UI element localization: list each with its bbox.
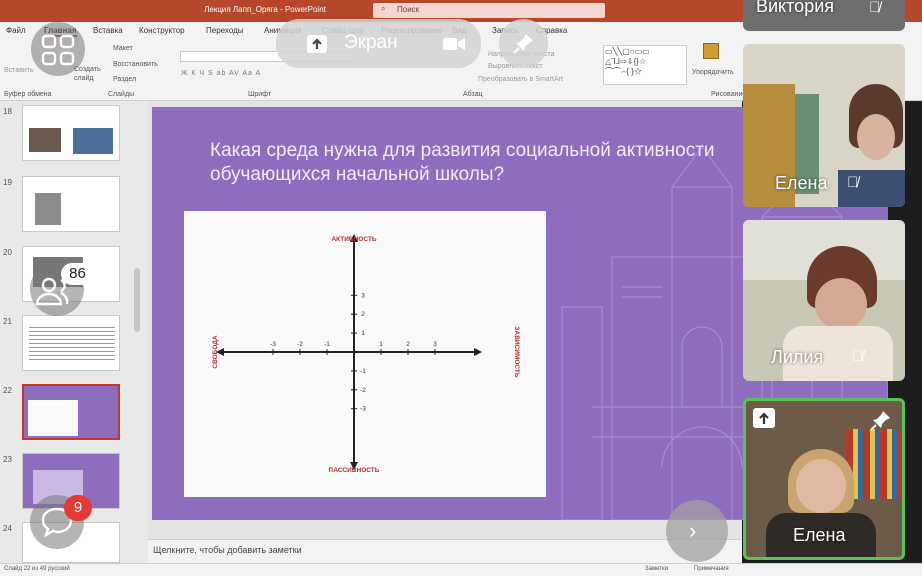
notes-placeholder: Щелкните, чтобы добавить заметки (153, 545, 302, 555)
x-tick-label: -2 (297, 341, 303, 348)
video-tile-active-speaker[interactable]: Елена (743, 398, 905, 560)
slide-thumbnail-selected[interactable] (22, 384, 120, 440)
mic-muted-icon: 🎙̸ (869, 0, 881, 16)
thumb-number: 20 (3, 248, 12, 257)
y-tick-label: -1 (360, 368, 366, 375)
person-face (815, 278, 867, 330)
coordinate-chart: -3 -2 -1 1 2 3 3 2 1 -1 -2 -3 АКТИВНОСТЬ ПАССИВНОСТЬ С… (184, 211, 546, 497)
pin-icon[interactable] (870, 409, 892, 431)
window-title: Лекция Лапп_Оряга - PowerPoint (204, 5, 326, 14)
person-face (796, 459, 846, 513)
pin-button[interactable] (499, 19, 548, 68)
notes-pane[interactable]: Щелкните, чтобы добавить заметки (148, 539, 742, 563)
x-tick-label: 3 (433, 341, 437, 348)
participant-name: Лилия (771, 347, 824, 367)
screen-share-control[interactable]: Экран (276, 19, 481, 68)
axis-label-left: СВОБОДА (212, 335, 219, 369)
chart-svg: -3 -2 -1 1 2 3 3 2 1 -1 -2 -3 АКТИВНОСТЬ ПАССИВНОСТЬ С… (212, 234, 520, 474)
y-tick-label: 1 (361, 330, 365, 337)
arrange-button[interactable]: Упорядочить (692, 69, 734, 76)
section-button[interactable]: Раздел (113, 76, 136, 83)
status-notes-button[interactable]: Заметки (645, 566, 668, 572)
x-tick-label: 1 (379, 341, 383, 348)
mic-muted-icon: 🎙̸ (852, 348, 864, 365)
x-tick-label: -1 (324, 341, 330, 348)
mic-muted-icon: 🎙̸ (847, 174, 859, 191)
participant-name: Елена (793, 525, 846, 545)
search-icon: ⌕ (381, 4, 386, 13)
smartart-button[interactable]: Преобразовать в SmartArt (478, 76, 563, 83)
shapes-gallery[interactable]: ▭╲╲▢○▭▭ △⅂⅃⇨⇩{}☆ ⌒⌒⌢{ }☆ (603, 45, 687, 85)
x-axis-arrow-right (474, 348, 482, 356)
y-tick-label: -2 (360, 387, 366, 394)
person-face (857, 114, 895, 160)
participants-count-badge: 86 (61, 263, 94, 285)
y-tick-label: 2 (361, 311, 365, 318)
y-tick-label: -3 (360, 406, 366, 413)
participant-name: Виктория (756, 0, 835, 16)
y-tick-label: 3 (361, 292, 365, 299)
participant-name: Елена (775, 173, 828, 193)
font-group-label: Шрифт (248, 91, 272, 98)
grid-icon (41, 34, 75, 66)
search-placeholder: Поиск (397, 5, 420, 14)
x-tick-label: -3 (270, 341, 276, 348)
menu-item[interactable]: Конструктор (139, 26, 185, 35)
pin-icon (513, 34, 533, 54)
thumb-number: 19 (3, 178, 12, 187)
thumb-number: 24 (3, 524, 12, 533)
video-tile-participant[interactable]: Елена 🎙̸ (743, 44, 905, 207)
drawing-group-label: Рисование (711, 91, 747, 98)
thumb-number: 22 (3, 386, 12, 395)
axis-label-top: АКТИВНОСТЬ (331, 236, 376, 243)
ribbon-insert-button[interactable]: Вставить (4, 67, 34, 74)
create-slide-button[interactable]: Создать слайд (74, 65, 101, 83)
screen-share-label: Экран (344, 32, 398, 53)
clipboard-group-label: Буфер обмена (4, 91, 52, 98)
arrange-icon (703, 43, 719, 59)
participants-button[interactable]: 86 (30, 262, 94, 316)
status-comments-button[interactable]: Примечания (694, 566, 729, 572)
reset-button[interactable]: Восстановить (113, 61, 158, 68)
slide-thumbnails-pane[interactable]: 18 19 20 21 22 23 24 (0, 101, 148, 563)
paragraph-group-label: Абзац (463, 91, 483, 98)
chevron-right-icon: › (689, 518, 697, 543)
status-slide-info: Слайд 22 из 49 русский (4, 566, 70, 572)
search-box[interactable]: ⌕ Поиск (373, 3, 605, 18)
menu-item[interactable]: Файл (6, 26, 26, 35)
x-tick-label: 2 (406, 341, 410, 348)
axis-label-bottom: ПАССИВНОСТЬ (329, 467, 380, 474)
slide-thumbnail[interactable] (22, 315, 120, 371)
menu-item[interactable]: Вставка (93, 26, 123, 35)
slides-group-label: Слайды (108, 91, 135, 98)
axis-label-right: ЗАВИСИМОСТЬ (513, 326, 520, 377)
font-format-buttons[interactable]: Ж К Ч S ab AV Aa A (181, 70, 261, 77)
sharing-icon (753, 408, 775, 428)
video-tile-participant[interactable]: Виктория 🎙̸ (743, 0, 905, 31)
thumbnails-scrollbar[interactable] (134, 268, 140, 332)
thumb-number: 21 (3, 317, 12, 326)
next-page-button[interactable]: › (666, 500, 728, 562)
layout-button[interactable]: Макет (113, 45, 133, 52)
bookshelf (846, 429, 902, 499)
chat-unread-badge: 9 (64, 495, 92, 521)
camera-icon[interactable] (442, 36, 466, 52)
upload-icon (307, 35, 327, 53)
slide-thumbnail[interactable] (22, 105, 120, 161)
menu-item[interactable]: Переходы (206, 26, 244, 35)
thumb-number: 23 (3, 455, 12, 464)
chat-button[interactable]: 9 (30, 495, 92, 549)
video-tile-participant[interactable]: Лилия 🎙̸ (743, 220, 905, 381)
status-bar: Слайд 22 из 49 русский Заметки Примечани… (0, 563, 922, 576)
thumb-number: 18 (3, 107, 12, 116)
slide-thumbnail[interactable] (22, 176, 120, 232)
grid-view-button[interactable] (31, 22, 85, 76)
